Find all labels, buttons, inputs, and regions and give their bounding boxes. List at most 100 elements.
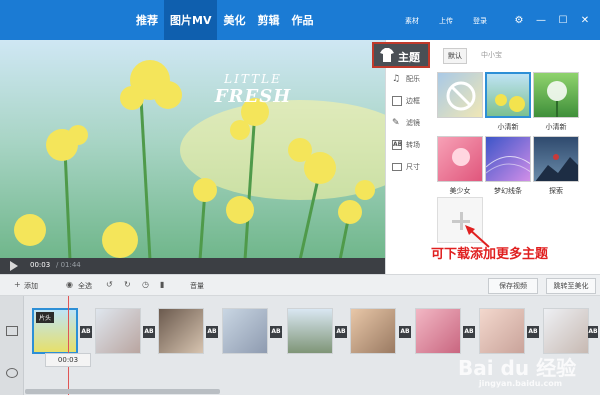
rotate-right-icon[interactable]: ↻ [124, 280, 131, 289]
thumb-caption: 梦幻线条 [494, 187, 522, 195]
maximize-icon[interactable]: ☐ [552, 0, 574, 40]
add-button[interactable]: 添加 [24, 281, 38, 291]
none-icon [446, 81, 476, 111]
timeline-clip[interactable] [287, 308, 333, 354]
watermark-main: Bai du 经验 [458, 356, 577, 380]
theme-label: 主题 [398, 51, 420, 64]
upload-link[interactable]: 上传 [439, 0, 453, 40]
timeline-scrollbar[interactable] [25, 389, 220, 394]
video-track-icon [6, 326, 18, 336]
thumb-caption: 美少女 [449, 187, 471, 195]
more-themes-annotation: 可下载添加更多主题 [431, 247, 549, 262]
settings-icon[interactable]: ⚙ [508, 0, 530, 40]
timeline-clip[interactable] [350, 308, 396, 354]
side-item-transition[interactable]: AB 转场 [392, 140, 432, 156]
transition-icon[interactable]: AB [335, 326, 347, 338]
main-nav: 推荐 图片MV 美化 剪辑 作品 [130, 0, 319, 40]
timeline-toolbar: + 添加 ◉ 全选 ↺ ↻ ◷ ▮ 音量 保存视频 跳转至美化 [0, 274, 600, 296]
login-link[interactable]: 登录 [473, 0, 487, 40]
timeline-clip[interactable] [543, 308, 589, 354]
play-icon[interactable] [10, 261, 18, 271]
transition-icon[interactable]: AB [206, 326, 218, 338]
side-item-size[interactable]: 尺寸 [392, 162, 432, 178]
playhead[interactable] [68, 296, 69, 395]
close-icon[interactable]: ✕ [574, 0, 596, 40]
rotate-left-icon[interactable]: ↺ [106, 280, 113, 289]
side-item-transition-label: 转场 [406, 141, 420, 149]
side-item-music[interactable]: ♫ 配乐 [392, 74, 432, 90]
theme-thumb-explore[interactable] [533, 136, 579, 182]
transition-icon[interactable]: AB [143, 326, 155, 338]
transition-icon[interactable]: AB [270, 326, 282, 338]
total-time: / 01:44 [56, 261, 81, 269]
app-logo [0, 0, 130, 40]
border-icon [392, 96, 402, 106]
transition-icon: AB [392, 140, 403, 150]
dandelion-thumb-image [547, 81, 567, 117]
transition-icon[interactable]: AB [399, 326, 411, 338]
side-item-music-label: 配乐 [406, 75, 420, 83]
theme-thumb-girl[interactable] [437, 136, 483, 182]
overlay-title-line2: FRESH [214, 86, 292, 107]
tab-photo-mv[interactable]: 图片MV [164, 0, 218, 40]
delete-icon[interactable]: ▮ [160, 280, 164, 289]
theme-thumb-fresh-2[interactable] [533, 72, 579, 118]
video-preview[interactable]: LITTLE FRESH [0, 40, 385, 260]
tab-beautify[interactable]: 美化 [217, 0, 251, 40]
tab-edit[interactable]: 剪辑 [251, 0, 285, 40]
timeline-clip[interactable] [222, 308, 268, 354]
top-links: 素材 上传 登录 [405, 0, 507, 40]
timeline-clip[interactable] [479, 308, 525, 354]
shirt-icon [380, 48, 394, 62]
clip-head-badge: 片头 [36, 312, 55, 323]
girl-thumb-image [452, 148, 470, 166]
select-all-button[interactable]: 全选 [78, 281, 92, 291]
current-time: 00:03 [30, 261, 51, 269]
theme-button[interactable]: 主题 [372, 42, 430, 68]
side-item-filter[interactable]: ✎ 滤镜 [392, 118, 432, 134]
theme-thumb-none[interactable] [437, 72, 483, 118]
jump-to-beautify-button[interactable]: 跳转至美化 [546, 278, 596, 294]
save-video-button[interactable]: 保存视频 [488, 278, 538, 294]
material-link[interactable]: 素材 [405, 0, 419, 40]
track-icons [0, 296, 24, 395]
playback-bar: 00:03 / 01:44 [0, 258, 385, 274]
transition-icon[interactable]: AB [527, 326, 539, 338]
timeline-clip[interactable] [415, 308, 461, 354]
theme-grid-panel: 默认 中小宝 小清新 小清新 美少女 梦幻线条 探索 [433, 40, 600, 274]
theme-title-overlay: LITTLE FRESH [208, 72, 298, 107]
minimize-icon[interactable]: — [530, 0, 552, 40]
thumb-caption: 探索 [549, 187, 563, 195]
tab-default[interactable]: 默认 [443, 48, 467, 64]
fresh-thumb-image [495, 94, 525, 112]
tab-secondary[interactable]: 中小宝 [477, 48, 506, 64]
filter-icon: ✎ [392, 118, 400, 128]
theme-thumb-dream[interactable] [485, 136, 531, 182]
timeline-clip[interactable] [158, 308, 204, 354]
clip-duration[interactable]: 00:03 [45, 353, 91, 367]
side-item-size-label: 尺寸 [406, 163, 420, 171]
transition-icon[interactable]: AB [463, 326, 475, 338]
thumb-caption: 小清新 [545, 123, 567, 131]
theme-grid-tabs: 默认 中小宝 [443, 48, 506, 64]
tab-recommend[interactable]: 推荐 [130, 0, 164, 40]
side-item-filter-label: 滤镜 [406, 119, 420, 127]
timer-icon[interactable]: ◷ [142, 280, 149, 289]
volume-button[interactable]: 音量 [190, 281, 204, 291]
dream-thumb-image [486, 156, 530, 174]
select-all-icon[interactable]: ◉ [66, 280, 73, 289]
side-item-border-label: 边框 [406, 97, 420, 105]
timeline-clip[interactable] [95, 308, 141, 354]
add-icon[interactable]: + [14, 280, 21, 289]
music-track-icon [6, 368, 18, 378]
transition-icon[interactable]: AB [588, 326, 598, 338]
thumb-caption: 小清新 [497, 123, 519, 131]
overlay-title-line1: LITTLE [224, 72, 282, 86]
size-icon [392, 163, 402, 171]
transition-icon[interactable]: AB [80, 326, 92, 338]
tab-works[interactable]: 作品 [285, 0, 319, 40]
theme-thumb-fresh[interactable] [485, 72, 531, 118]
side-item-border[interactable]: 边框 [392, 96, 432, 112]
explore-thumb-image [535, 154, 578, 181]
window-controls: ⚙ — ☐ ✕ [508, 0, 596, 40]
